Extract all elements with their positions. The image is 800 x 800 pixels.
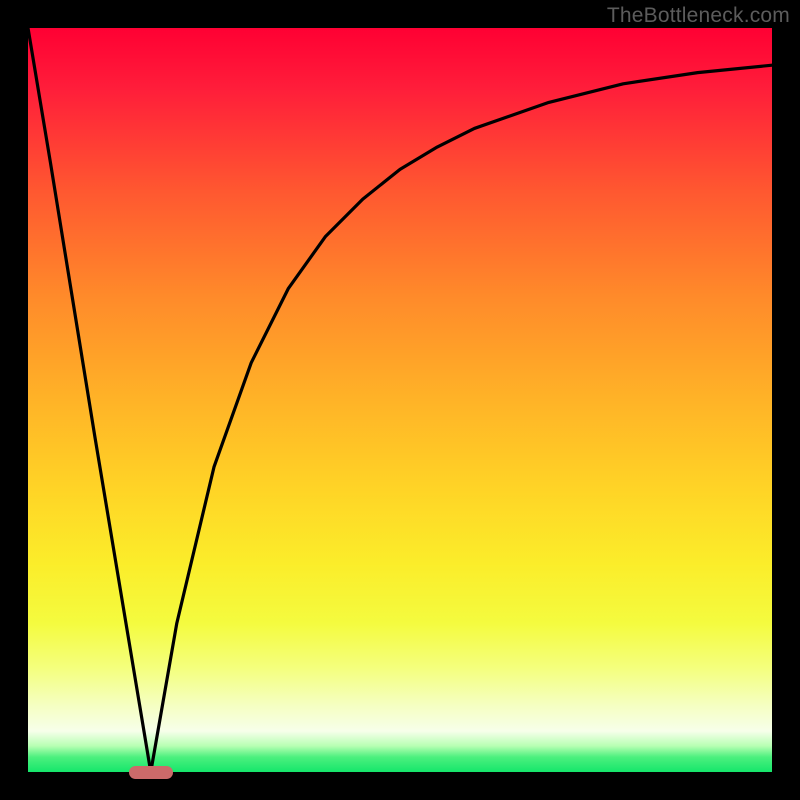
optimal-point-marker bbox=[129, 766, 173, 779]
curve-left-branch bbox=[28, 28, 151, 772]
curve-layer bbox=[28, 28, 772, 772]
chart-frame: TheBottleneck.com bbox=[0, 0, 800, 800]
curve-right-branch bbox=[151, 65, 772, 772]
plot-area bbox=[28, 28, 772, 772]
watermark-text: TheBottleneck.com bbox=[607, 4, 790, 28]
